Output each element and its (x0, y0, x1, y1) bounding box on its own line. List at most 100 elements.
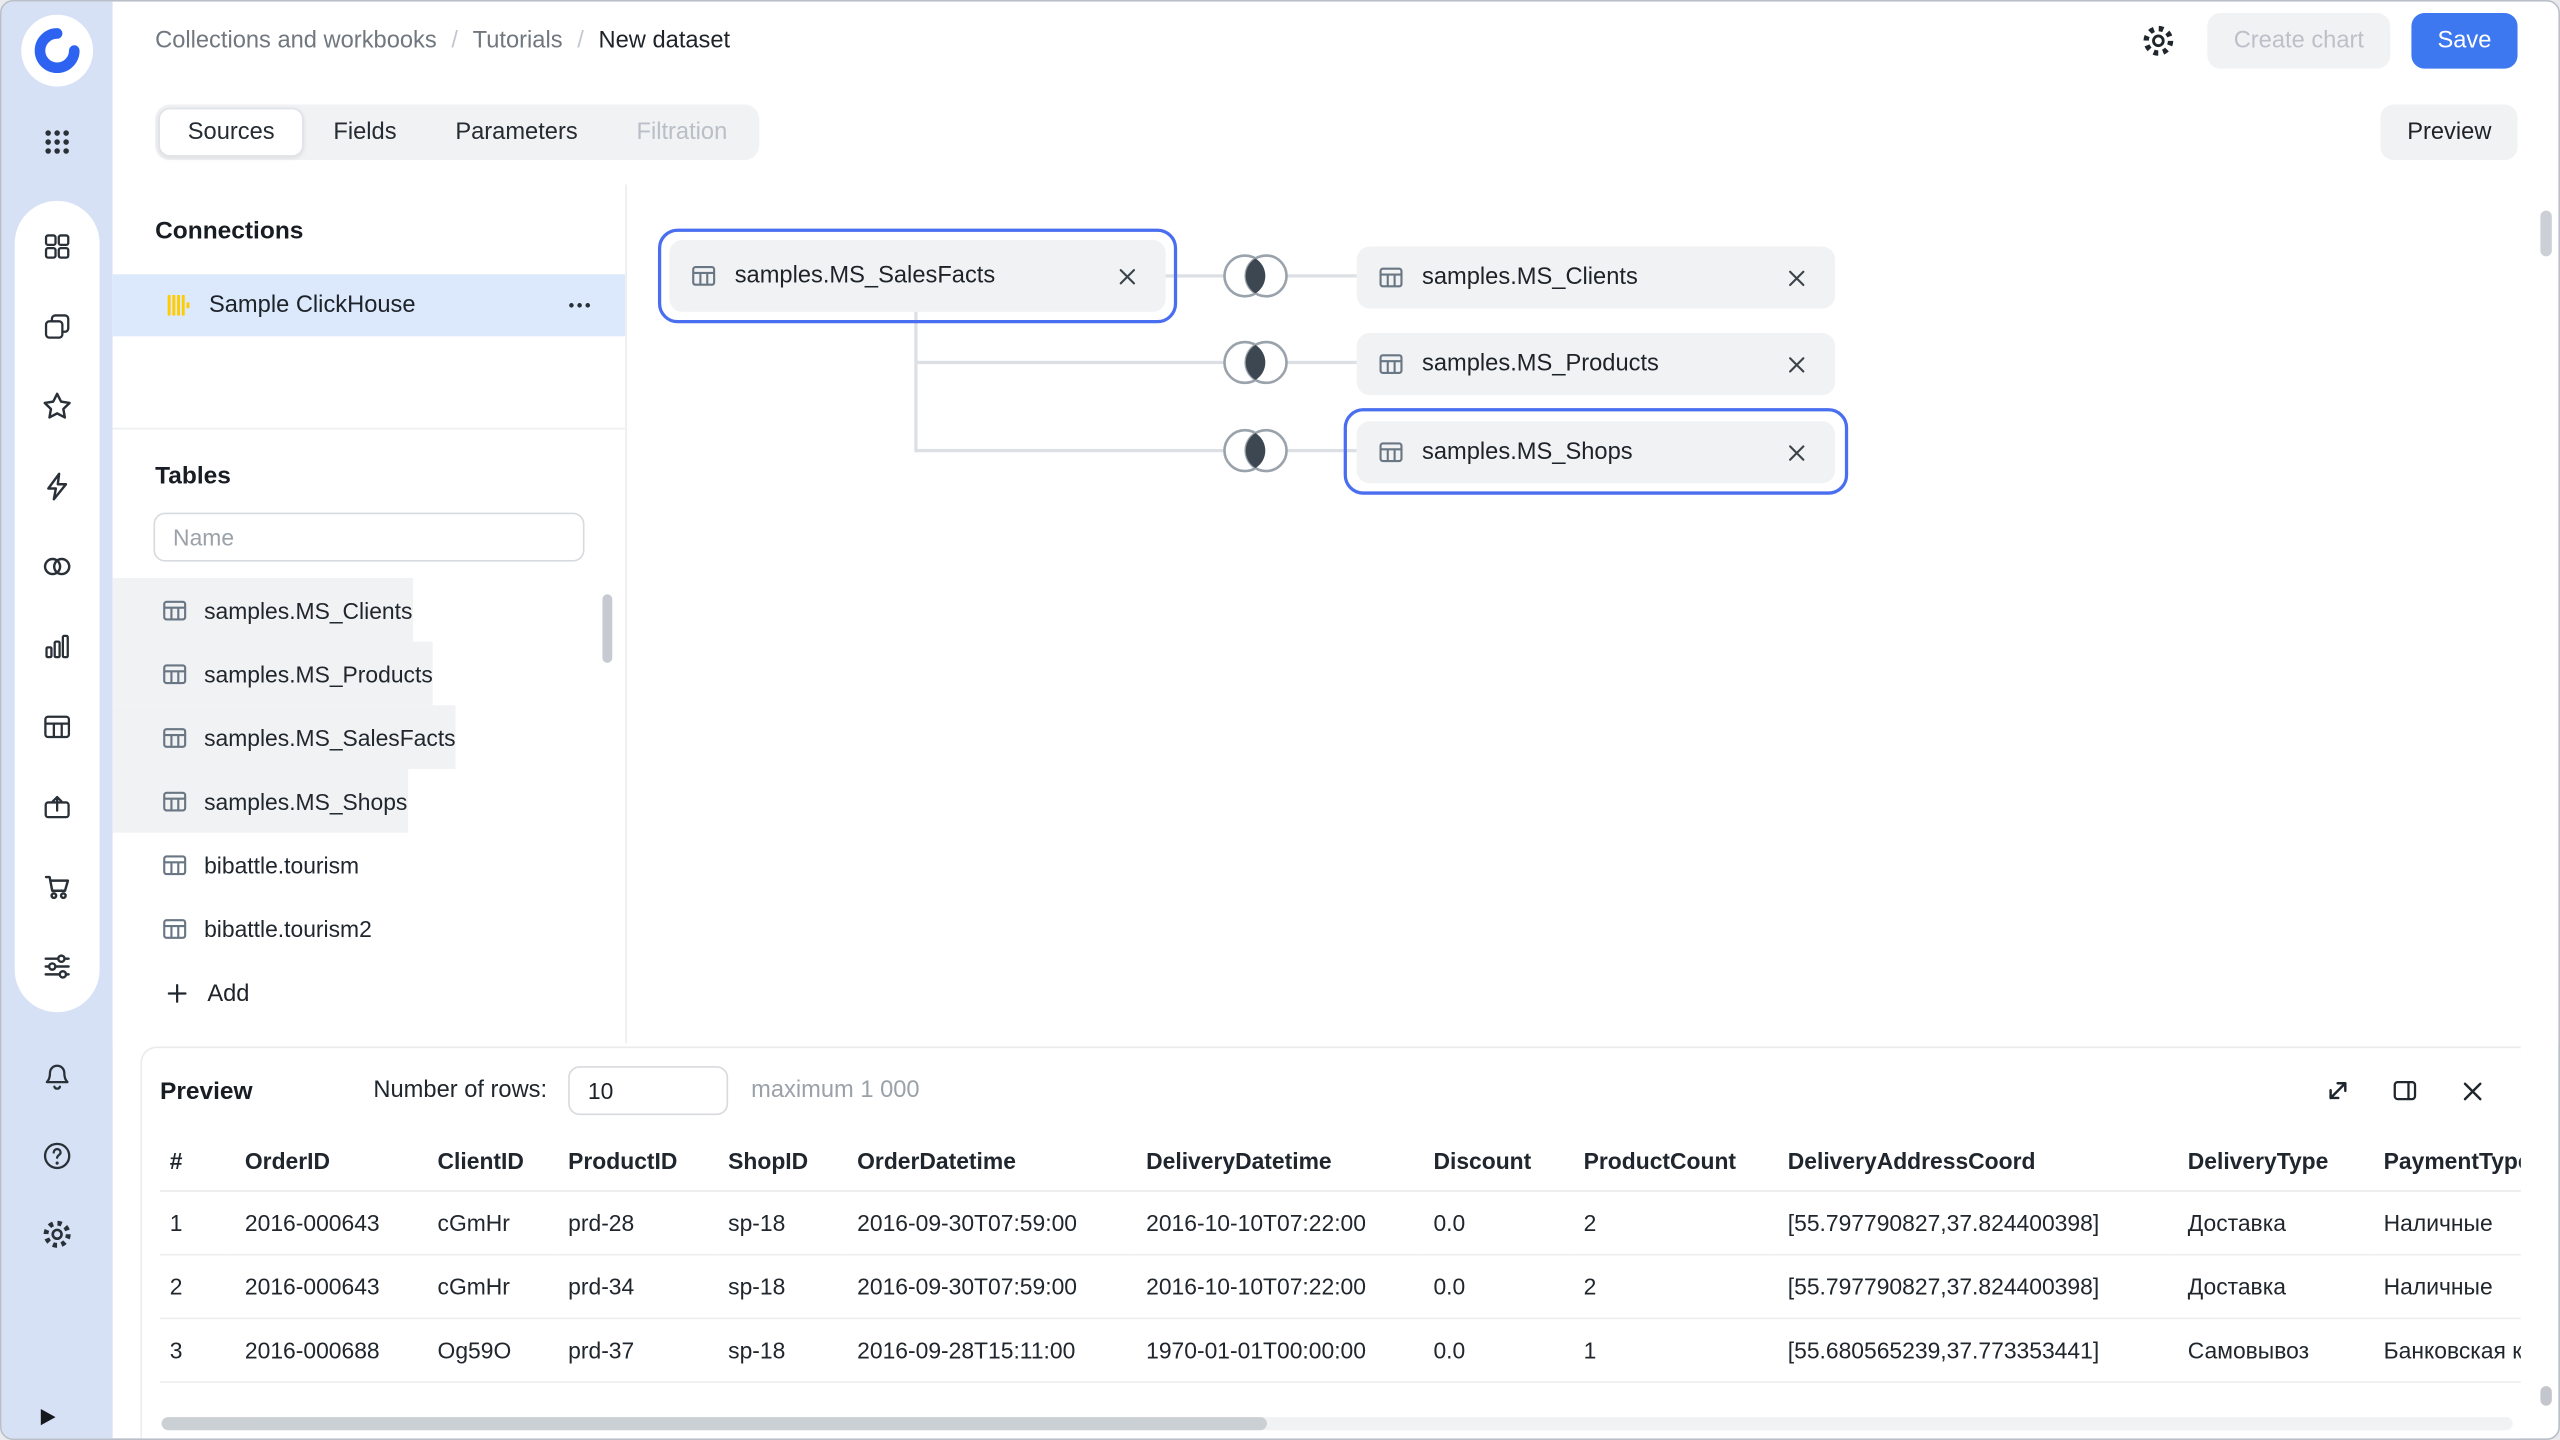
cell: 0.0 (1420, 1318, 1570, 1382)
source-node-products[interactable]: samples.MS_Products (1357, 333, 1835, 395)
remove-source-icon[interactable] (1778, 346, 1814, 382)
connection-name: Sample ClickHouse (209, 292, 416, 318)
sidebar-icon-panel (15, 201, 100, 1012)
node-label: samples.MS_Shops (1422, 439, 1633, 465)
scrollbar-thumb[interactable] (2540, 1386, 2551, 1406)
remove-source-icon[interactable] (1109, 258, 1145, 294)
preview-header: Preview Number of rows: maximum 1 000 (142, 1048, 2521, 1133)
horizontal-scrollbar[interactable] (162, 1417, 2513, 1430)
table-list-item[interactable]: bibattle.tourism (113, 833, 359, 897)
cell: Наличные (2371, 1255, 2521, 1319)
play-triangle-icon (41, 1409, 56, 1425)
scrollbar-thumb[interactable] (162, 1417, 1267, 1430)
vertical-scrollbar[interactable] (2540, 211, 2551, 1406)
breadcrumb-collections[interactable]: Collections and workbooks (155, 28, 437, 54)
dataset-toolbar: Sources Fields Parameters Filtration Pre… (113, 80, 2559, 184)
remove-source-icon[interactable] (1778, 434, 1814, 470)
four-squares-icon[interactable] (31, 220, 83, 272)
inner-join-icon[interactable] (1216, 423, 1294, 479)
remove-source-icon[interactable] (1778, 260, 1814, 296)
tab-filtration[interactable]: Filtration (607, 108, 757, 157)
cell: Самовывоз (2175, 1318, 2371, 1382)
overlapping-circles-icon[interactable] (31, 540, 83, 592)
cell: 2 (1571, 1255, 1775, 1319)
cell: 2016-000688 (232, 1318, 425, 1382)
cell: 0.0 (1420, 1255, 1570, 1319)
expand-icon[interactable] (2312, 1064, 2364, 1116)
create-chart-button[interactable]: Create chart (2208, 13, 2391, 69)
table-list-item[interactable]: samples.MS_Shops (113, 769, 408, 833)
shopping-cart-icon[interactable] (31, 860, 83, 912)
box-arrow-icon[interactable] (31, 780, 83, 832)
table-list-item[interactable]: samples.MS_Clients (113, 578, 413, 642)
scrollbar-thumb[interactable] (2540, 211, 2551, 257)
lightning-icon[interactable] (31, 460, 83, 512)
table-list-item[interactable]: bibattle.tourism2 (113, 896, 372, 960)
breadcrumb-tutorials[interactable]: Tutorials (473, 28, 563, 54)
table-grid-icon[interactable] (31, 700, 83, 752)
plus-icon (163, 980, 191, 1008)
inner-join-icon[interactable] (1216, 248, 1294, 304)
cell: 2016-10-10T07:22:00 (1133, 1255, 1420, 1319)
save-button[interactable]: Save (2411, 13, 2517, 69)
table-search-input[interactable] (153, 513, 584, 562)
star-icon[interactable] (31, 380, 83, 432)
preview-title: Preview (160, 1077, 253, 1105)
screen: Collections and workbooks / Tutorials / … (0, 0, 2560, 1440)
gear-icon[interactable] (31, 1208, 83, 1260)
settings-gear-icon[interactable] (2131, 13, 2187, 69)
sliders-icon[interactable] (31, 940, 83, 992)
table-list-item[interactable]: samples.MS_SalesFacts (113, 705, 456, 769)
ellipsis-menu-icon[interactable] (560, 286, 599, 325)
close-icon[interactable] (2446, 1064, 2498, 1116)
inner-join-icon[interactable] (1216, 335, 1294, 391)
table-icon (1376, 263, 1405, 292)
column-header: OrderDatetime (844, 1133, 1133, 1191)
bar-chart-icon[interactable] (31, 620, 83, 672)
sidebar-rail (2, 2, 113, 1439)
preview-table: # OrderID ClientID ProductID ShopID Orde… (160, 1133, 2521, 1402)
source-node-shops[interactable]: samples.MS_Shops (1357, 421, 1835, 483)
stacked-squares-icon[interactable] (31, 300, 83, 352)
column-header: ProductCount (1571, 1133, 1775, 1191)
table-name: bibattle.tourism (204, 851, 359, 877)
tables-title: Tables (113, 429, 626, 489)
column-header: DeliveryDatetime (1133, 1133, 1420, 1191)
table-list-item[interactable]: samples.MS_Products (113, 642, 433, 706)
add-label: Add (207, 980, 249, 1006)
column-header: DeliveryAddressCoord (1775, 1133, 2175, 1191)
column-header: OrderID (232, 1133, 425, 1191)
cell: 3 (160, 1318, 232, 1382)
cell: prd-34 (555, 1255, 715, 1319)
datalens-logo-icon[interactable] (21, 15, 93, 87)
preview-toggle-button[interactable]: Preview (2381, 104, 2517, 160)
connection-item[interactable]: Sample ClickHouse (113, 274, 626, 336)
expand-panel-button[interactable] (41, 1409, 56, 1425)
cell: Доставка (2175, 1191, 2371, 1255)
rows-count-input[interactable] (568, 1066, 728, 1115)
cell: 2016-09-30T07:59:00 (844, 1255, 1133, 1319)
question-circle-icon[interactable] (31, 1130, 83, 1182)
cell: 2016-000643 (232, 1191, 425, 1255)
bell-icon[interactable] (31, 1051, 83, 1103)
cell: 2 (160, 1255, 232, 1319)
max-rows-hint: maximum 1 000 (751, 1078, 919, 1104)
cell: [55.797790827,37.824400398] (1775, 1191, 2175, 1255)
node-label: samples.MS_SalesFacts (735, 263, 996, 289)
source-node-salesfacts[interactable]: samples.MS_SalesFacts (669, 240, 1165, 312)
nine-dots-icon[interactable] (31, 116, 83, 168)
split-view-icon[interactable] (2379, 1064, 2431, 1116)
cell: sp-18 (715, 1255, 844, 1319)
table-icon (160, 659, 189, 688)
cell: cGmHr (424, 1255, 555, 1319)
list-scrollbar[interactable] (602, 594, 612, 663)
add-table-button[interactable]: Add (113, 980, 250, 1008)
cell: 2 (1571, 1191, 1775, 1255)
tab-sources[interactable]: Sources (158, 108, 304, 157)
tab-parameters[interactable]: Parameters (426, 108, 607, 157)
table-name: samples.MS_Shops (204, 788, 407, 814)
header: Collections and workbooks / Tutorials / … (113, 2, 2559, 80)
table-icon (160, 722, 189, 751)
source-node-clients[interactable]: samples.MS_Clients (1357, 247, 1835, 309)
tab-fields[interactable]: Fields (304, 108, 426, 157)
